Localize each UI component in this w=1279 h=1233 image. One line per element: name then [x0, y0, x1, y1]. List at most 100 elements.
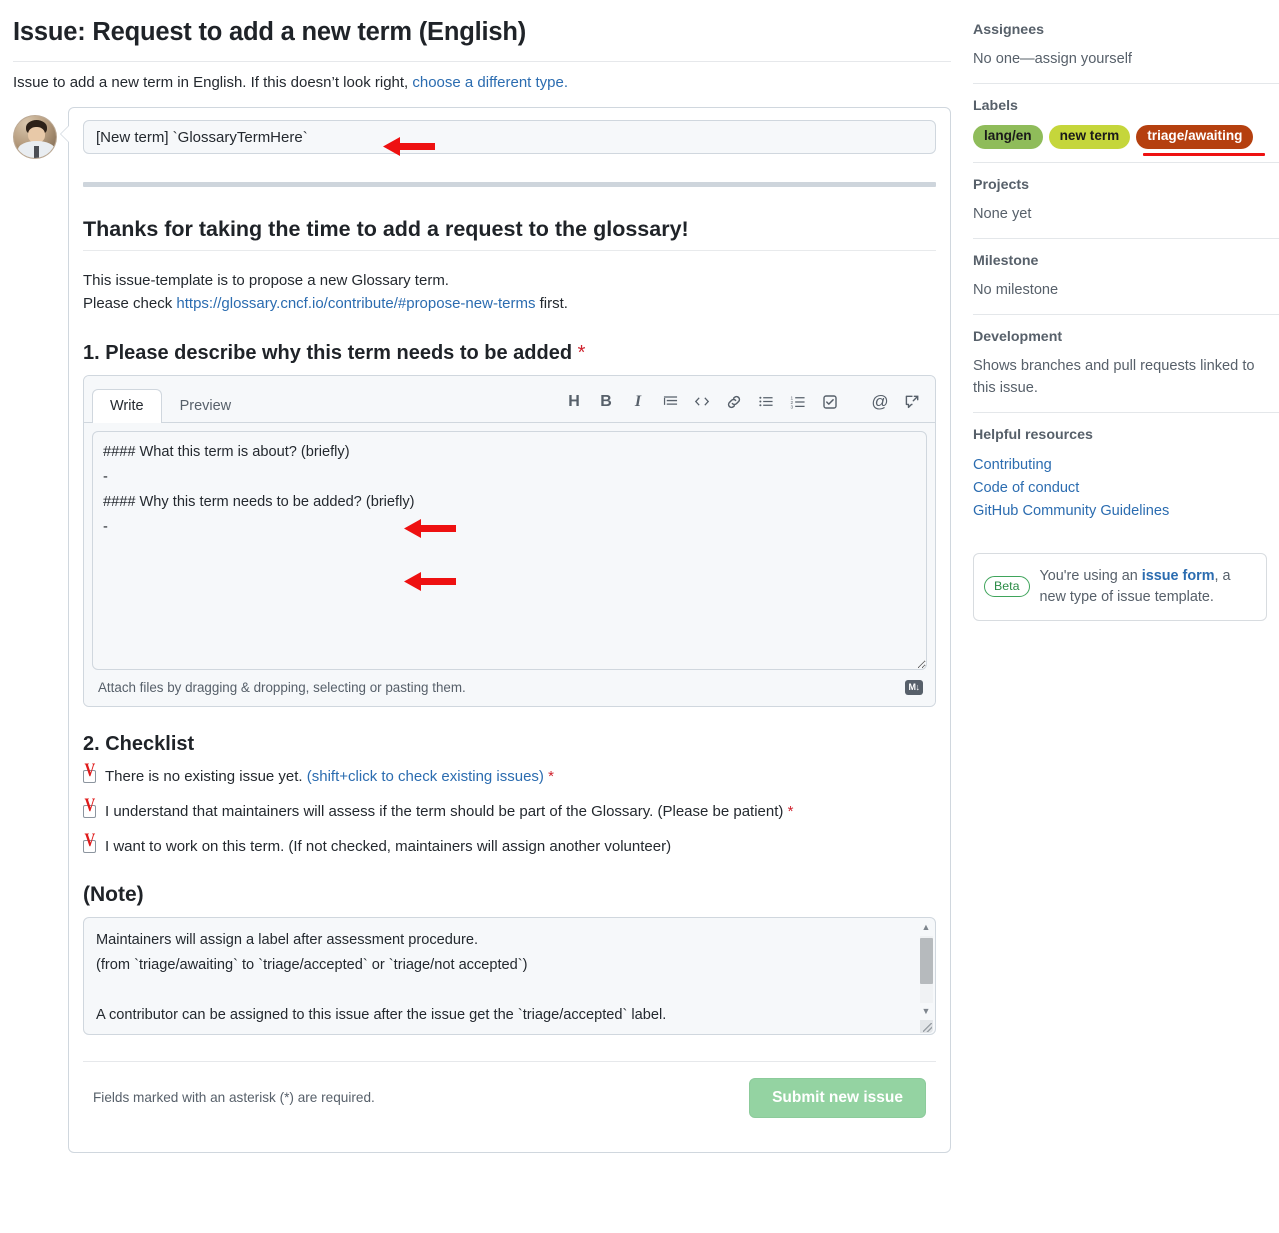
note-textarea[interactable]: Maintainers will assign a label after as…: [83, 917, 936, 1035]
code-icon[interactable]: [687, 388, 717, 416]
development-heading[interactable]: Development: [973, 329, 1279, 345]
scroll-up-icon[interactable]: ▲: [922, 919, 931, 936]
markdown-footer: Attach files by dragging & dropping, sel…: [84, 670, 935, 706]
markdown-editor-tabs: Write Preview H B I: [84, 376, 935, 423]
label-pill-lang-en[interactable]: lang/en: [973, 125, 1043, 149]
issue-sidebar: Assignees No one—assign yourself Labels …: [965, 0, 1279, 1233]
submit-row: Fields marked with an asterisk (*) are r…: [83, 1062, 936, 1136]
issue-title-input[interactable]: [83, 120, 936, 154]
mention-icon[interactable]: @: [865, 388, 895, 416]
italic-icon[interactable]: I: [623, 388, 653, 416]
required-asterisk: *: [548, 768, 554, 785]
checkbox-understand-assessment[interactable]: V: [83, 805, 96, 818]
title-divider: [13, 61, 951, 62]
intro-line-2-suffix: first.: [535, 295, 568, 312]
submit-new-issue-button[interactable]: Submit new issue: [749, 1078, 926, 1118]
sidebar-section-assignees: Assignees No one—assign yourself: [973, 22, 1279, 83]
issue-type-subtitle: Issue to add a new term in English. If t…: [13, 74, 951, 91]
intro-heading: Thanks for taking the time to add a requ…: [83, 217, 936, 242]
note-field-wrapper: Maintainers will assign a label after as…: [83, 917, 936, 1035]
question-1-label: 1. Please describe why this term needs t…: [83, 342, 572, 364]
issue-body-textarea[interactable]: #### What this term is about? (briefly) …: [92, 431, 927, 670]
issue-form-card: Thanks for taking the time to add a requ…: [68, 107, 951, 1153]
checklist-heading: 2. Checklist: [83, 733, 936, 756]
link-icon[interactable]: [719, 388, 749, 416]
beta-badge: Beta: [984, 576, 1030, 597]
page-title: Issue: Request to add a new term (Englis…: [13, 18, 951, 47]
link-github-community-guidelines[interactable]: GitHub Community Guidelines: [973, 500, 1279, 523]
checklist-item-text: I understand that maintainers will asses…: [105, 803, 783, 820]
checklist-item[interactable]: V I want to work on this term. (If not c…: [83, 836, 936, 857]
red-check-annotation-icon: V: [85, 761, 96, 780]
checklist-item-text: There is no existing issue yet.: [105, 768, 307, 785]
checklist-item[interactable]: V I understand that maintainers will ass…: [83, 801, 936, 822]
labels-heading[interactable]: Labels: [973, 98, 1279, 114]
ordered-list-icon[interactable]: 123: [783, 388, 813, 416]
milestone-heading[interactable]: Milestone: [973, 253, 1279, 269]
red-underline-annotation: [1143, 153, 1265, 156]
glossary-contribute-link[interactable]: https://glossary.cncf.io/contribute/#pro…: [176, 295, 535, 312]
assignees-value[interactable]: No one—assign yourself: [973, 49, 1279, 70]
intro-paragraph: This issue-template is to propose a new …: [83, 269, 936, 316]
required-asterisk: *: [578, 342, 586, 364]
red-check-annotation-icon: V: [85, 796, 96, 815]
checklist-item-label: I want to work on this term. (If not che…: [105, 836, 671, 857]
heading-icon[interactable]: H: [559, 388, 589, 416]
checklist: V There is no existing issue yet. (shift…: [83, 766, 936, 857]
link-code-of-conduct[interactable]: Code of conduct: [973, 477, 1279, 500]
sidebar-section-helpful-resources: Helpful resources Contributing Code of c…: [973, 412, 1279, 537]
checklist-item-label: I understand that maintainers will asses…: [105, 801, 793, 822]
checkbox-no-existing-issue[interactable]: V: [83, 770, 96, 783]
markdown-body: #### What this term is about? (briefly) …: [84, 423, 935, 670]
sidebar-section-labels: Labels lang/en new term triage/awaiting: [973, 83, 1279, 162]
resize-grip-icon[interactable]: [920, 1020, 933, 1033]
markdown-toolbar: H B I: [559, 388, 927, 422]
required-fields-note: Fields marked with an asterisk (*) are r…: [93, 1090, 375, 1105]
checklist-item[interactable]: V There is no existing issue yet. (shift…: [83, 766, 936, 787]
page-root: Issue: Request to add a new term (Englis…: [0, 0, 1279, 1233]
intro-heading-divider: [83, 250, 936, 251]
tab-write[interactable]: Write: [92, 389, 162, 423]
shift-click-existing-issues-link[interactable]: (shift+click to check existing issues): [307, 768, 544, 785]
link-contributing[interactable]: Contributing: [973, 454, 1279, 477]
note-scrollbar[interactable]: ▲ ▼: [918, 919, 934, 1033]
quote-icon[interactable]: [655, 388, 685, 416]
unordered-list-icon[interactable]: [751, 388, 781, 416]
cross-reference-icon[interactable]: [897, 388, 927, 416]
intro-line-2-prefix: Please check: [83, 295, 176, 312]
scroll-down-icon[interactable]: ▼: [922, 1003, 931, 1020]
development-value: Shows branches and pull requests linked …: [973, 356, 1279, 398]
markdown-supported-icon[interactable]: M↓: [905, 680, 923, 695]
comment-composer: Thanks for taking the time to add a requ…: [13, 107, 951, 1153]
milestone-value: No milestone: [973, 280, 1279, 301]
section-separator-thick: [83, 182, 936, 187]
labels-list: lang/en new term triage/awaiting: [973, 125, 1279, 149]
bold-icon[interactable]: B: [591, 388, 621, 416]
label-pill-new-term[interactable]: new term: [1049, 125, 1131, 149]
choose-different-type-link[interactable]: choose a different type.: [412, 74, 568, 91]
helpful-resources-heading: Helpful resources: [973, 427, 1279, 443]
attach-files-hint: Attach files by dragging & dropping, sel…: [98, 680, 466, 695]
tab-preview[interactable]: Preview: [162, 389, 250, 423]
red-check-annotation-icon: V: [85, 831, 96, 850]
beta-text-before: You're using an: [1040, 568, 1142, 584]
required-asterisk: *: [788, 803, 794, 820]
scrollbar-track[interactable]: [920, 936, 933, 1003]
question-1-heading: 1. Please describe why this term needs t…: [83, 342, 936, 365]
markdown-editor: Write Preview H B I: [83, 375, 936, 707]
checklist-item-text: I want to work on this term. (If not che…: [105, 838, 671, 855]
intro-line-1: This issue-template is to propose a new …: [83, 272, 449, 289]
subtitle-text: Issue to add a new term in English. If t…: [13, 74, 412, 91]
svg-text:3: 3: [791, 404, 794, 409]
projects-heading[interactable]: Projects: [973, 177, 1279, 193]
task-list-icon[interactable]: [815, 388, 845, 416]
sidebar-section-projects: Projects None yet: [973, 162, 1279, 238]
assignees-heading[interactable]: Assignees: [973, 22, 1279, 38]
issue-form-link[interactable]: issue form: [1142, 568, 1215, 584]
checkbox-want-to-work[interactable]: V: [83, 840, 96, 853]
label-pill-triage-awaiting[interactable]: triage/awaiting: [1136, 125, 1253, 149]
beta-notice-text: You're using an issue form, a new type o…: [1040, 566, 1255, 608]
beta-notice: Beta You're using an issue form, a new t…: [973, 553, 1267, 621]
scrollbar-thumb[interactable]: [920, 938, 933, 984]
checklist-item-label: There is no existing issue yet. (shift+c…: [105, 766, 554, 787]
